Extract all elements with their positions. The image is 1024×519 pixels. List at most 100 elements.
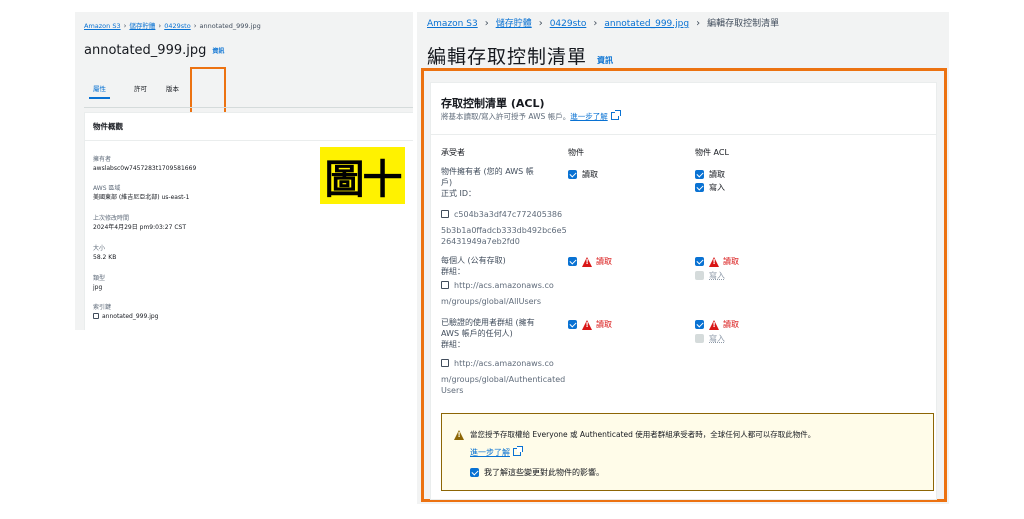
checkbox-checked-icon <box>568 320 577 329</box>
checkbox-owner-acl-read[interactable]: 讀取 <box>695 169 725 180</box>
breadcrumb-buckets[interactable]: 儲存貯體 <box>496 19 532 29</box>
checkbox-checked-icon <box>695 320 704 329</box>
uri-text: http://acs.amazonaws.co <box>454 281 554 290</box>
breadcrumb-current: annotated_999.jpg <box>199 22 261 30</box>
checkbox-label: 讀取 <box>723 320 739 329</box>
checkbox-disabled-icon <box>695 271 704 280</box>
figure-label: 圖十 <box>320 147 405 204</box>
chevron-right-icon: › <box>538 18 543 29</box>
uri-text: http://acs.amazonaws.co <box>454 359 554 368</box>
copy-icon[interactable] <box>441 359 449 367</box>
prop-modified: 上次修改時間 2024年4月29日 pm9:03:27 CST <box>93 214 186 232</box>
copy-icon[interactable] <box>93 313 99 319</box>
checkbox-authenticated-acl-read[interactable]: 讀取 <box>695 319 739 330</box>
column-object: 物件 <box>568 148 584 157</box>
prop-owner: 擁有者 awslabsc0w7457283t1709581669 <box>93 155 196 173</box>
prop-label: AWS 區域 <box>93 185 121 192</box>
prop-value: 58.2 KB <box>93 254 117 261</box>
key-value: annotated_999.jpg <box>102 313 159 320</box>
checkbox-authenticated-acl-write[interactable]: 寫入 <box>695 333 725 344</box>
chevron-right-icon: › <box>193 22 197 30</box>
checkbox-checked-icon <box>568 170 577 179</box>
checkbox-checked-icon <box>568 257 577 266</box>
prop-label: 索引鍵 <box>93 304 112 311</box>
group-uri-line: Users <box>441 386 464 395</box>
checkbox-checked-icon <box>695 170 704 179</box>
external-link-icon <box>513 446 523 456</box>
checkbox-owner-acl-write[interactable]: 寫入 <box>695 182 725 193</box>
grantee-name-line: 物件擁有者 (您的 AWS 帳 <box>441 167 534 176</box>
warning-icon <box>582 256 592 267</box>
page-title-text: 編輯存取控制清單 <box>427 46 588 68</box>
checkbox-label: 讀取 <box>582 170 598 179</box>
checkbox-label: 讀取 <box>596 257 612 266</box>
checkbox-everyone-acl-read[interactable]: 讀取 <box>695 256 739 267</box>
card-description: 將基本讀取/寫入許可授予 AWS 帳戶。進一步了解 <box>441 110 621 122</box>
checkbox-disabled-icon <box>695 334 704 343</box>
checkbox-everyone-object-read[interactable]: 讀取 <box>568 256 612 267</box>
prop-size: 大小 58.2 KB <box>93 244 116 262</box>
checkbox-checked-icon <box>470 468 479 477</box>
breadcrumb-object[interactable]: annotated_999.jpg <box>604 19 689 29</box>
checkbox-label: 寫入 <box>709 271 725 280</box>
group-uri-line: m/groups/global/AllUsers <box>441 297 541 306</box>
chevron-right-icon: › <box>484 18 489 29</box>
breadcrumb-s3[interactable]: Amazon S3 <box>427 19 478 29</box>
tab-properties[interactable]: 屬性 <box>89 83 110 99</box>
warning-icon <box>709 319 719 330</box>
breadcrumb-bucket[interactable]: 0429sto <box>550 19 587 29</box>
public-access-warning: 當您授予存取權給 Everyone 或 Authenticated 使用者群組承… <box>441 413 934 491</box>
breadcrumb-bucket[interactable]: 0429sto <box>164 22 190 30</box>
info-link[interactable]: 資訊 <box>597 56 613 65</box>
column-object-acl: 物件 ACL <box>695 148 729 157</box>
checkbox-everyone-acl-write[interactable]: 寫入 <box>695 270 725 281</box>
warning-message: 當您授予存取權給 Everyone 或 Authenticated 使用者群組承… <box>470 430 816 439</box>
prop-label: 擁有者 <box>93 156 112 163</box>
checkbox-checked-icon <box>695 257 704 266</box>
breadcrumb-current: 編輯存取控制清單 <box>707 19 780 29</box>
page-title: annotated_999.jpg 資訊 <box>84 43 224 58</box>
card-title: 物件概觀 <box>85 113 413 141</box>
breadcrumb: Amazon S3 › 儲存貯體 › 0429sto › annotated_999.jpg <box>84 20 261 30</box>
prop-value: 2024年4月29日 pm9:03:27 CST <box>93 224 186 231</box>
chevron-right-icon: › <box>593 18 598 29</box>
learn-more-link[interactable]: 進一步了解 <box>470 448 510 457</box>
breadcrumb-buckets[interactable]: 儲存貯體 <box>129 22 155 30</box>
grantee-id-label: 群組： <box>441 340 465 349</box>
chevron-right-icon: › <box>696 18 701 29</box>
page-title: 編輯存取控制清單 資訊 <box>427 42 613 69</box>
checkbox-owner-object-read[interactable]: 讀取 <box>568 169 598 180</box>
checkbox-label: 寫入 <box>709 183 725 192</box>
group-uri-line: http://acs.amazonaws.co <box>441 280 554 291</box>
tab-versions[interactable]: 版本 <box>166 83 179 93</box>
card-header: 存取控制清單 (ACL) 將基本讀取/寫入許可授予 AWS 帳戶。進一步了解 <box>431 83 936 135</box>
info-link[interactable]: 資訊 <box>212 48 224 55</box>
copy-icon[interactable] <box>441 281 449 289</box>
grantee-owner-id: c504b3a3df47c772405386 5b3b1a0ffadcb333d… <box>441 209 567 247</box>
grantee-id-label: 群組： <box>441 267 465 276</box>
checkbox-label: 我了解這些變更對此物件的影響。 <box>484 468 604 477</box>
grantee-authenticated-name: 已驗證的使用者群組 (擁有 AWS 帳戶的任何人) 群組： <box>441 317 535 350</box>
grantee-authenticated-id: http://acs.amazonaws.co m/groups/global/… <box>441 358 565 396</box>
prop-region: AWS 區域 美國東部 (維吉尼亞北部) us-east-1 <box>93 184 189 202</box>
learn-more-link[interactable]: 進一步了解 <box>570 112 608 121</box>
checkbox-label: 讀取 <box>709 170 725 179</box>
checkbox-label: 讀取 <box>596 320 612 329</box>
breadcrumb-s3[interactable]: Amazon S3 <box>84 22 121 30</box>
prop-key: 索引鍵 annotated_999.jpg <box>93 303 158 321</box>
acknowledge-checkbox[interactable]: 我了解這些變更對此物件的影響。 <box>470 467 604 478</box>
checkbox-authenticated-object-read[interactable]: 讀取 <box>568 319 612 330</box>
column-grantee: 承受者 <box>441 148 465 157</box>
prop-value: jpg <box>93 284 103 291</box>
checkbox-label: 讀取 <box>723 257 739 266</box>
copy-icon[interactable] <box>441 210 449 218</box>
card-desc-text: 將基本讀取/寫入許可授予 AWS 帳戶。 <box>441 112 571 121</box>
edit-acl-panel: Amazon S3 › 儲存貯體 › 0429sto › annotated_999.jpg… <box>417 12 949 504</box>
grantee-everyone-id: http://acs.amazonaws.co m/groups/global/… <box>441 280 554 307</box>
object-name: annotated_999.jpg <box>84 43 207 58</box>
grantee-name-line: 戶) <box>441 178 453 187</box>
checkbox-label: 寫入 <box>709 334 725 343</box>
tab-permissions[interactable]: 許可 <box>134 83 147 93</box>
breadcrumb: Amazon S3 › 儲存貯體 › 0429sto › annotated_999.jpg… <box>427 16 779 29</box>
prop-type: 類型 jpg <box>93 274 105 292</box>
